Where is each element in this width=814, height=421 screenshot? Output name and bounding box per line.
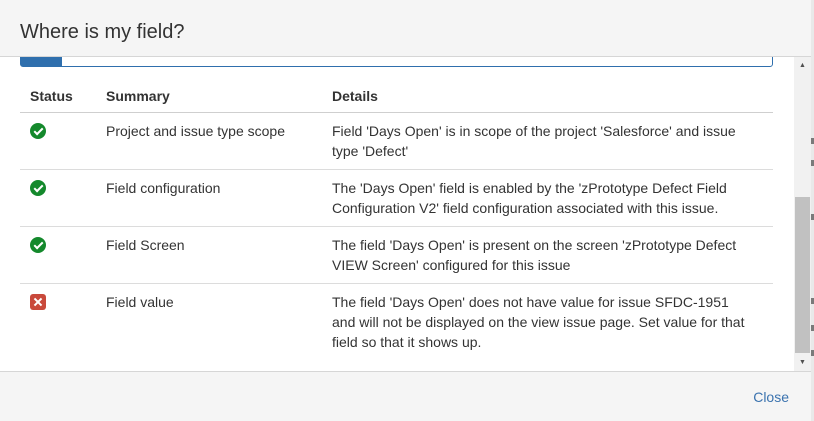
dialog-content: Status Summary Details Project and issue…: [0, 57, 794, 371]
scroll-down-arrow-icon[interactable]: ▼: [794, 354, 811, 371]
table-row: Field configuration The 'Days Open' fiel…: [20, 169, 773, 227]
summary-cell: Project and issue type scope: [106, 112, 332, 170]
status-cell: [20, 169, 106, 227]
status-cell: [20, 226, 106, 284]
details-header: Details: [332, 80, 773, 113]
vertical-scrollbar[interactable]: ▲ ▼: [794, 57, 811, 371]
status-cell: [20, 112, 106, 170]
dialog-footer: Close: [0, 371, 811, 421]
table-row: Field value The field 'Days Open' does n…: [20, 283, 773, 360]
dialog-header: Where is my field?: [0, 0, 811, 57]
close-button[interactable]: Close: [753, 389, 789, 405]
scrollbar-thumb[interactable]: [795, 197, 810, 353]
summary-cell: Field Screen: [106, 226, 332, 284]
check-circle-icon: [30, 236, 46, 253]
table-row: Project and issue type scope Field 'Days…: [20, 112, 773, 170]
status-cell: [20, 283, 106, 360]
summary-header: Summary: [106, 80, 332, 113]
field-check-table: Status Summary Details Project and issue…: [20, 80, 773, 360]
details-cell: The 'Days Open' field is enabled by the …: [332, 169, 773, 227]
error-x-icon: [30, 293, 46, 310]
details-cell: The field 'Days Open' does not have valu…: [332, 293, 745, 350]
summary-cell: Field value: [106, 293, 174, 310]
dialog-title: Where is my field?: [20, 21, 185, 43]
check-circle-icon: [30, 122, 46, 139]
table-header-row: Status Summary Details: [20, 80, 773, 113]
status-header: Status: [20, 80, 106, 113]
details-cell: Field 'Days Open' is in scope of the pro…: [332, 112, 773, 170]
progress-fill: [21, 57, 63, 66]
details-cell: The field 'Days Open' is present on the …: [332, 226, 773, 284]
check-circle-icon: [30, 179, 46, 196]
scroll-up-arrow-icon[interactable]: ▲: [794, 57, 811, 74]
progress-bar: [20, 57, 773, 67]
table-row: Field Screen The field 'Days Open' is pr…: [20, 226, 773, 284]
where-is-my-field-dialog: Where is my field? Status Summary Detail…: [0, 0, 811, 421]
summary-cell: Field configuration: [106, 169, 332, 227]
